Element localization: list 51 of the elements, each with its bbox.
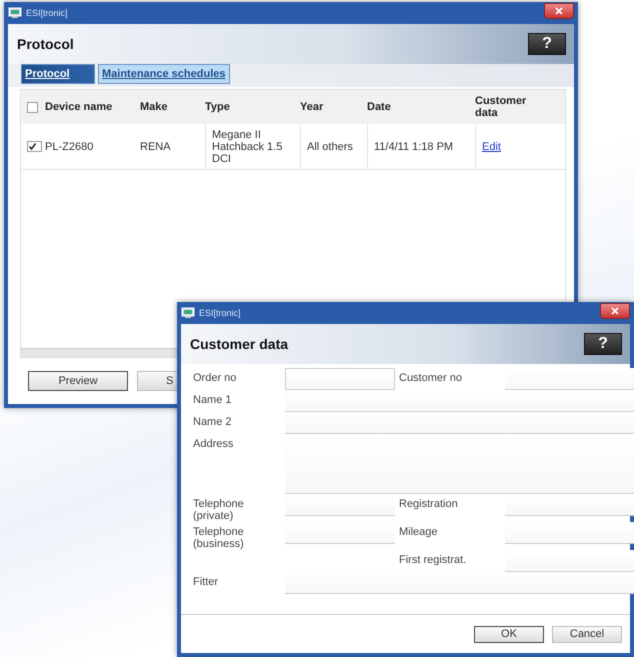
column-header[interactable]: Make xyxy=(140,101,205,113)
input-field[interactable] xyxy=(285,434,634,494)
field-label: First registrat. xyxy=(398,553,468,568)
input-field[interactable] xyxy=(505,494,634,516)
input-field[interactable] xyxy=(285,368,395,390)
table-cell-text: RENA xyxy=(140,140,172,152)
field-label: Telephone (private) xyxy=(192,497,245,522)
field-label: Order no xyxy=(192,371,238,386)
field-label: Telephone (business) xyxy=(192,525,245,550)
field-label: Address xyxy=(192,437,234,452)
table-cell: Megane II Hatchback 1.5 DCI xyxy=(205,124,300,169)
column-header[interactable]: Device name xyxy=(45,101,140,113)
tab[interactable]: Protocol xyxy=(21,64,95,84)
dialog-button[interactable]: Preview xyxy=(28,371,128,391)
close-button[interactable] xyxy=(600,303,630,319)
field-label: Fitter xyxy=(192,575,220,590)
input-field[interactable] xyxy=(505,550,634,572)
dialog-heading: Customer data xyxy=(190,336,288,352)
dialog-button[interactable]: OK xyxy=(474,626,544,642)
input-field[interactable] xyxy=(285,390,634,412)
window-title: ESI[tronic] xyxy=(26,8,69,18)
field-label: Mileage xyxy=(398,525,439,540)
field-label: Name 1 xyxy=(192,393,233,408)
help-button[interactable]: ? xyxy=(528,33,566,55)
close-icon xyxy=(555,7,563,15)
input-field[interactable] xyxy=(285,572,634,594)
input-field[interactable] xyxy=(505,368,634,390)
table-cell-text: PL-Z2680 xyxy=(45,140,94,152)
input-field[interactable] xyxy=(505,522,634,544)
field-label: Name 2 xyxy=(192,415,233,430)
dialog-button[interactable]: Cancel xyxy=(552,626,622,642)
input-field[interactable] xyxy=(285,412,634,434)
table-cell: All others xyxy=(300,124,367,169)
close-button[interactable] xyxy=(544,3,574,19)
window-title: ESI[tronic] xyxy=(199,308,242,318)
select-all-checkbox[interactable] xyxy=(27,102,38,112)
column-header[interactable]: Type xyxy=(205,101,300,113)
tab[interactable]: Maintenance schedules xyxy=(98,64,230,84)
help-button[interactable]: ? xyxy=(584,333,622,355)
window-icon xyxy=(181,307,195,319)
table-cell: 11/4/11 1:18 PM xyxy=(367,124,475,169)
column-header[interactable]: Year xyxy=(300,101,367,113)
edit-link[interactable]: Edit xyxy=(482,140,501,152)
dialog-heading: Protocol xyxy=(17,36,74,52)
close-icon xyxy=(611,307,619,315)
column-header[interactable]: Date xyxy=(367,101,475,113)
window-icon xyxy=(8,7,22,19)
row-checkbox[interactable] xyxy=(27,141,42,152)
field-label: Registration xyxy=(398,497,459,512)
field-label: Customer no xyxy=(398,371,463,386)
column-header[interactable]: Customer data xyxy=(475,95,539,119)
